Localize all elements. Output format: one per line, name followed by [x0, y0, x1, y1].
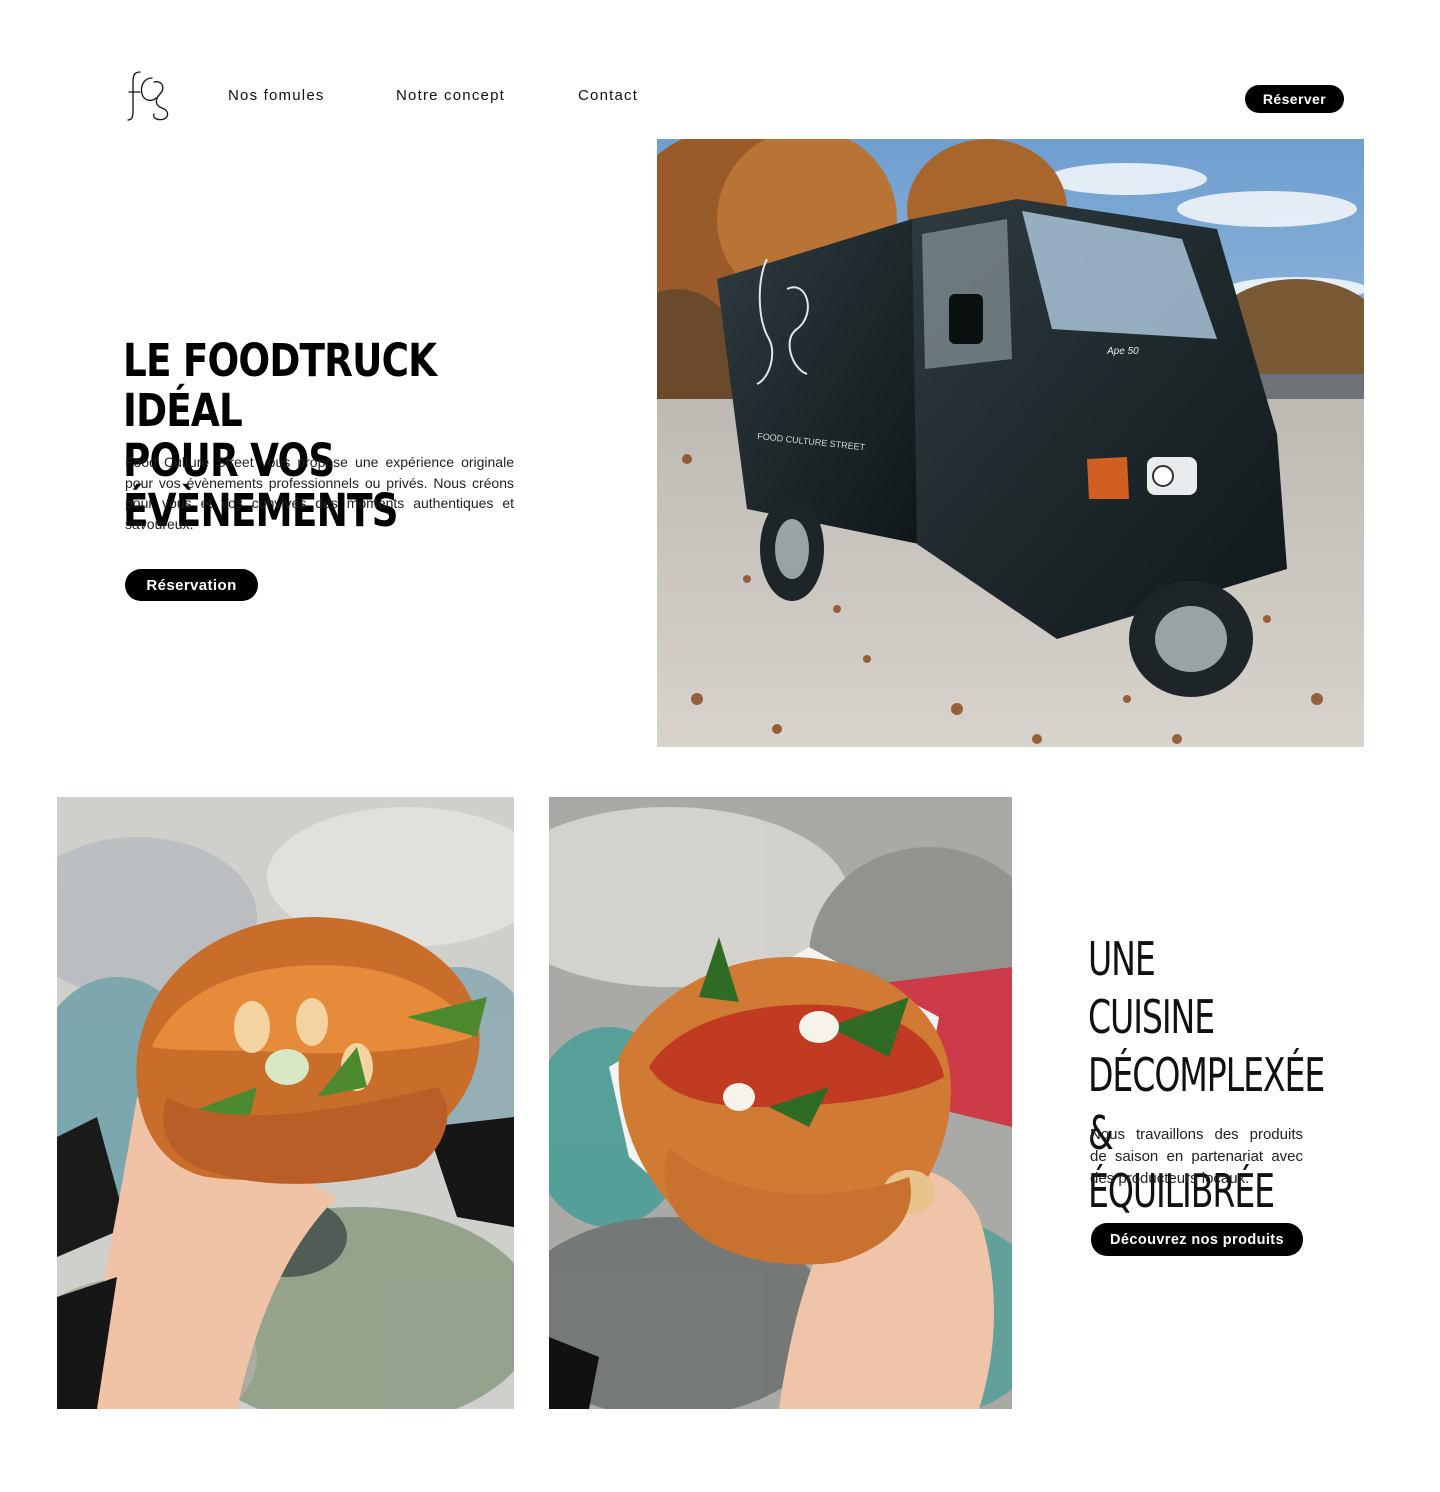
hero-title-line1: LE FOODTRUCK IDÉAL	[123, 334, 437, 437]
truck-badge: Ape 50	[1106, 346, 1139, 357]
cuisine-title-line2: DÉCOMPLEXÉE	[1088, 1048, 1325, 1102]
sandwich-photo-2	[549, 797, 1012, 1409]
reservation-button[interactable]: Réservation	[125, 569, 258, 601]
foodtruck-photo: FOOD CULTURE STREET Ape 50	[657, 139, 1364, 747]
cuisine-description: Nous travaillons des produits de saison …	[1090, 1126, 1303, 1187]
nav-link-formules[interactable]: Nos fomules	[228, 87, 325, 104]
hero-description: Food Culture Street vous propose une exp…	[125, 454, 514, 532]
discover-products-button[interactable]: Découvrez nos produits	[1091, 1223, 1303, 1256]
cuisine-title-line1: UNE CUISINE	[1088, 932, 1215, 1044]
reserve-button[interactable]: Réserver	[1245, 85, 1344, 113]
sandwich-photo-1	[57, 797, 514, 1409]
nav-link-contact[interactable]: Contact	[578, 87, 638, 104]
nav-link-concept[interactable]: Notre concept	[396, 87, 505, 104]
brand-logo[interactable]	[126, 68, 172, 122]
